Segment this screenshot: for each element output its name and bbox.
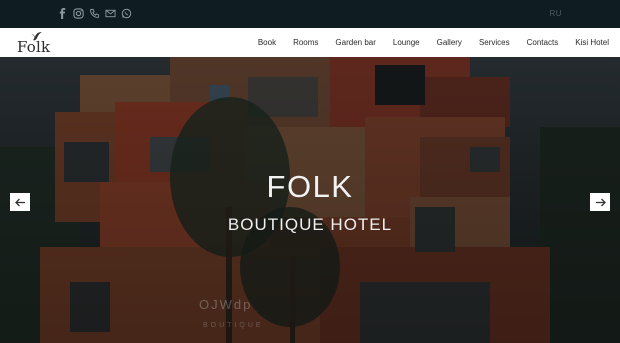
slider-prev-button[interactable]: [10, 193, 30, 211]
hero-slider: FOLK BOUTIQUE HOTEL OJWdp BOUTIQUE: [0, 57, 620, 343]
whatsapp-icon[interactable]: [121, 7, 132, 20]
instagram-icon[interactable]: [73, 7, 84, 20]
mail-icon[interactable]: [105, 7, 116, 20]
arrow-left-icon: [14, 198, 25, 206]
nav-item-garden-bar[interactable]: Garden bar: [335, 38, 375, 47]
building-sign: OJWdp: [199, 297, 253, 312]
nav-item-gallery[interactable]: Gallery: [437, 38, 462, 47]
phone-icon[interactable]: [89, 7, 100, 20]
nav-item-contacts[interactable]: Contacts: [527, 38, 559, 47]
social-links: [57, 7, 132, 20]
site-logo[interactable]: Folk: [17, 32, 53, 56]
nav-item-lounge[interactable]: Lounge: [393, 38, 420, 47]
slider-next-button[interactable]: [590, 193, 610, 211]
hero-subtitle: BOUTIQUE HOTEL: [227, 215, 393, 234]
language-switch[interactable]: RU: [549, 9, 562, 18]
facebook-icon[interactable]: [57, 7, 68, 20]
building-sign-subtext: BOUTIQUE: [203, 322, 264, 329]
nav-menu: Book Rooms Garden bar Lounge Gallery Ser…: [241, 28, 609, 57]
bird-logo-icon: [31, 32, 42, 41]
top-bar: RU: [0, 0, 620, 28]
nav-item-book[interactable]: Book: [258, 38, 276, 47]
arrow-right-icon: [595, 198, 606, 206]
nav-item-services[interactable]: Services: [479, 38, 510, 47]
hero-title: FOLK: [266, 169, 354, 204]
main-navbar: Folk Book Rooms Garden bar Lounge Galler…: [0, 28, 620, 57]
nav-item-kisi-hotel[interactable]: Kisi Hotel: [575, 38, 609, 47]
nav-item-rooms[interactable]: Rooms: [293, 38, 318, 47]
